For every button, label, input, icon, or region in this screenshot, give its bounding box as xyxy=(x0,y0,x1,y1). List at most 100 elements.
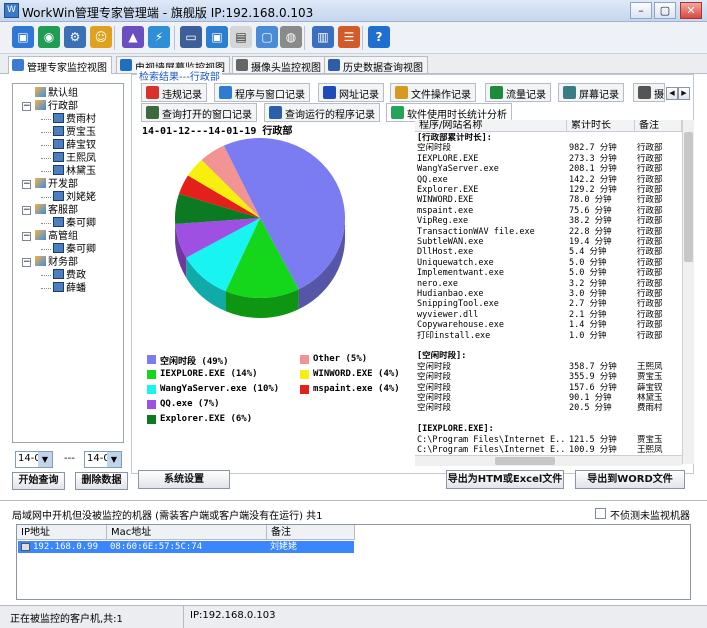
date-from-select[interactable]: 14-0 ▼ xyxy=(15,451,53,468)
window-list-icon[interactable]: ▥ xyxy=(312,26,334,48)
tab-camera-records[interactable]: 摄 xyxy=(633,83,665,102)
tab-traffic[interactable]: 流量记录 xyxy=(485,83,551,102)
system-settings-button[interactable]: 系统设置 xyxy=(138,470,230,489)
table-row[interactable]: mspaint.exe 75.6 分钟 行政部 xyxy=(415,206,682,217)
scroll-thumb[interactable] xyxy=(684,132,693,262)
table-row[interactable]: SubtleWAN.exe 19.4 分钟 行政部 xyxy=(415,237,682,248)
table-row[interactable]: TransactionWAV file.exe 22.8 分钟 行政部 xyxy=(415,227,682,238)
table-row[interactable]: 空闲时段 90.1 分钟 林黛玉 xyxy=(415,393,682,404)
export-excel-button[interactable]: 导出为HTM或Excel文件 xyxy=(446,470,564,489)
chart-icon[interactable]: ▲ xyxy=(122,26,144,48)
minimize-button[interactable]: – xyxy=(630,2,652,19)
col-note[interactable]: 备注 xyxy=(635,120,682,132)
table-row[interactable]: [IEXPLORE.EXE]: xyxy=(415,424,682,435)
tree-computer[interactable]: 费雨村 xyxy=(53,113,96,126)
tree-computer[interactable]: 薛宝钗 xyxy=(53,139,96,152)
col-note[interactable]: 备注 xyxy=(267,525,355,540)
vertical-scrollbar[interactable] xyxy=(682,120,694,464)
table-row[interactable]: VipReg.exe 38.2 分钟 行政部 xyxy=(415,216,682,227)
table-row[interactable]: [空闲时段]: xyxy=(415,351,682,362)
tab-scroll-right-button[interactable]: ▶ xyxy=(678,87,690,100)
table-row[interactable]: C:\Program Files\Internet E... 100.9 分钟 王熙… xyxy=(415,445,682,456)
tab-running-programs[interactable]: 查询运行的程序记录 xyxy=(264,103,380,122)
table-row[interactable] xyxy=(415,341,682,352)
date-to-select[interactable]: 14-0 ▼ xyxy=(84,451,122,468)
tab-history[interactable]: 历史数据查询视图 xyxy=(324,56,428,74)
tab-camera[interactable]: 摄像头监控视图 xyxy=(232,56,326,74)
col-name[interactable]: 程序/网站名称 xyxy=(415,120,567,132)
tab-violations[interactable]: 违规记录 xyxy=(141,83,207,102)
table-row[interactable]: 空闲时段 157.6 分钟 薛宝钗 xyxy=(415,383,682,394)
settings-icon[interactable]: ⚙ xyxy=(64,26,86,48)
tree-computer[interactable]: 林黛玉 xyxy=(53,165,96,178)
col-mac[interactable]: Mac地址 xyxy=(107,525,267,540)
table-row[interactable]: Implementwant.exe 5.0 分钟 行政部 xyxy=(415,268,682,279)
table-row[interactable]: QQ.exe 142.2 分钟 行政部 xyxy=(415,175,682,186)
department-tree[interactable]: 默认组 行政部 − 费雨村 贾宝玉 薛宝钗 王熙凤 林黛玉 开发部 − 刘姥姥 客服部 − 秦可卿 高管组 −… xyxy=(12,83,124,443)
export-word-button[interactable]: 导出到WORD文件 xyxy=(575,470,685,489)
table-row[interactable]: 空闲时段 358.7 分钟 王熙凤 xyxy=(415,362,682,373)
scroll-thumb[interactable] xyxy=(495,457,555,465)
tree-group[interactable]: 财务部 xyxy=(35,256,78,269)
table-row[interactable]: WINWORD.EXE 78.0 分钟 行政部 xyxy=(415,195,682,206)
table-row[interactable]: 空闲时段 982.7 分钟 行政部 xyxy=(415,143,682,154)
tree-computer[interactable]: 秦可卿 xyxy=(53,243,96,256)
tree-group[interactable]: 默认组 xyxy=(35,87,78,100)
tree-computer[interactable]: 秦可卿 xyxy=(53,217,96,230)
tab-expert-monitor[interactable]: 管理专家监控视图 xyxy=(8,56,112,74)
splitter[interactable] xyxy=(0,500,707,501)
help-icon[interactable]: ? xyxy=(368,26,390,48)
query-button[interactable]: 开始查询 xyxy=(12,472,65,490)
close-button[interactable]: ✕ xyxy=(680,2,702,19)
tab-websites[interactable]: 网址记录 xyxy=(318,83,384,102)
disk-icon[interactable]: ◍ xyxy=(280,26,302,48)
tab-opened-windows[interactable]: 查询打开的窗口记录 xyxy=(141,103,257,122)
tree-computer[interactable]: 贾宝玉 xyxy=(53,126,96,139)
table-row[interactable]: Copywarehouse.exe 1.4 分钟 行政部 xyxy=(415,320,682,331)
table-row[interactable] xyxy=(415,414,682,425)
delete-data-button[interactable]: 删除数据 xyxy=(75,472,128,490)
window-icon[interactable]: ▢ xyxy=(256,26,278,48)
table-row[interactable]: nero.exe 3.2 分钟 行政部 xyxy=(415,279,682,290)
tab-scroll-left-button[interactable]: ◀ xyxy=(666,87,678,100)
tree-group[interactable]: 开发部 xyxy=(35,178,78,191)
document-icon[interactable]: ▤ xyxy=(230,26,252,48)
table-row[interactable]: DllHost.exe 5.4 分钟 行政部 xyxy=(415,247,682,258)
table-row[interactable]: 192.168.0.99 08:60:6E:57:5C:74 刘姥姥 xyxy=(18,541,354,553)
table-row[interactable]: [行政部累计时长]: xyxy=(415,133,682,144)
tree-computer[interactable]: 薛蟠 xyxy=(53,282,86,295)
col-duration[interactable]: 累计时长 xyxy=(567,120,635,132)
computer-icon[interactable]: ▣ xyxy=(12,26,34,48)
expand-toggle[interactable]: − xyxy=(22,180,31,189)
tree-computer[interactable]: 刘姥姥 xyxy=(53,191,96,204)
usb-icon[interactable]: ⚡ xyxy=(148,26,170,48)
unmonitored-table[interactable]: IP地址 Mac地址 备注 192.168.0.99 08:60:6E:57:5… xyxy=(16,524,691,600)
table-row[interactable]: WangYaServer.exe 208.1 分钟 行政部 xyxy=(415,164,682,175)
table-row[interactable]: 打印install.exe 1.0 分钟 行政部 xyxy=(415,331,682,342)
users-icon[interactable]: ☺ xyxy=(90,26,112,48)
table-row[interactable]: Explorer.EXE 129.2 分钟 行政部 xyxy=(415,185,682,196)
tree-group[interactable]: 高管组 xyxy=(35,230,78,243)
expand-toggle[interactable]: − xyxy=(22,102,31,111)
tree-group[interactable]: 客服部 xyxy=(35,204,78,217)
monitor-icon[interactable]: ▭ xyxy=(180,26,202,48)
col-ip[interactable]: IP地址 xyxy=(17,525,107,540)
table-row[interactable]: Uniquewatch.exe 5.0 分钟 行政部 xyxy=(415,258,682,269)
table-row[interactable]: 空闲时段 355.9 分钟 贾宝玉 xyxy=(415,372,682,383)
expand-toggle[interactable]: − xyxy=(22,258,31,267)
table-row[interactable]: IEXPLORE.EXE 273.3 分钟 行政部 xyxy=(415,154,682,165)
expand-toggle[interactable]: − xyxy=(22,206,31,215)
tab-screen[interactable]: 屏幕记录 xyxy=(558,83,624,102)
tree-computer[interactable]: 王熙凤 xyxy=(53,152,96,165)
table-row[interactable]: Hudianbao.exe 3.0 分钟 行政部 xyxy=(415,289,682,300)
tree-computer[interactable]: 费政 xyxy=(53,269,86,282)
table-row[interactable]: SnippingTool.exe 2.7 分钟 行政部 xyxy=(415,299,682,310)
report-icon[interactable]: ☰ xyxy=(338,26,360,48)
tab-file-ops[interactable]: 文件操作记录 xyxy=(390,83,476,102)
globe-icon[interactable]: ◉ xyxy=(38,26,60,48)
horizontal-scrollbar[interactable] xyxy=(415,455,682,466)
tab-program-window[interactable]: 程序与窗口记录 xyxy=(214,83,310,102)
table-row[interactable]: 空闲时段 20.5 分钟 费雨村 xyxy=(415,403,682,414)
expand-toggle[interactable]: − xyxy=(22,232,31,241)
ignore-unmonitored-checkbox[interactable] xyxy=(595,508,606,519)
